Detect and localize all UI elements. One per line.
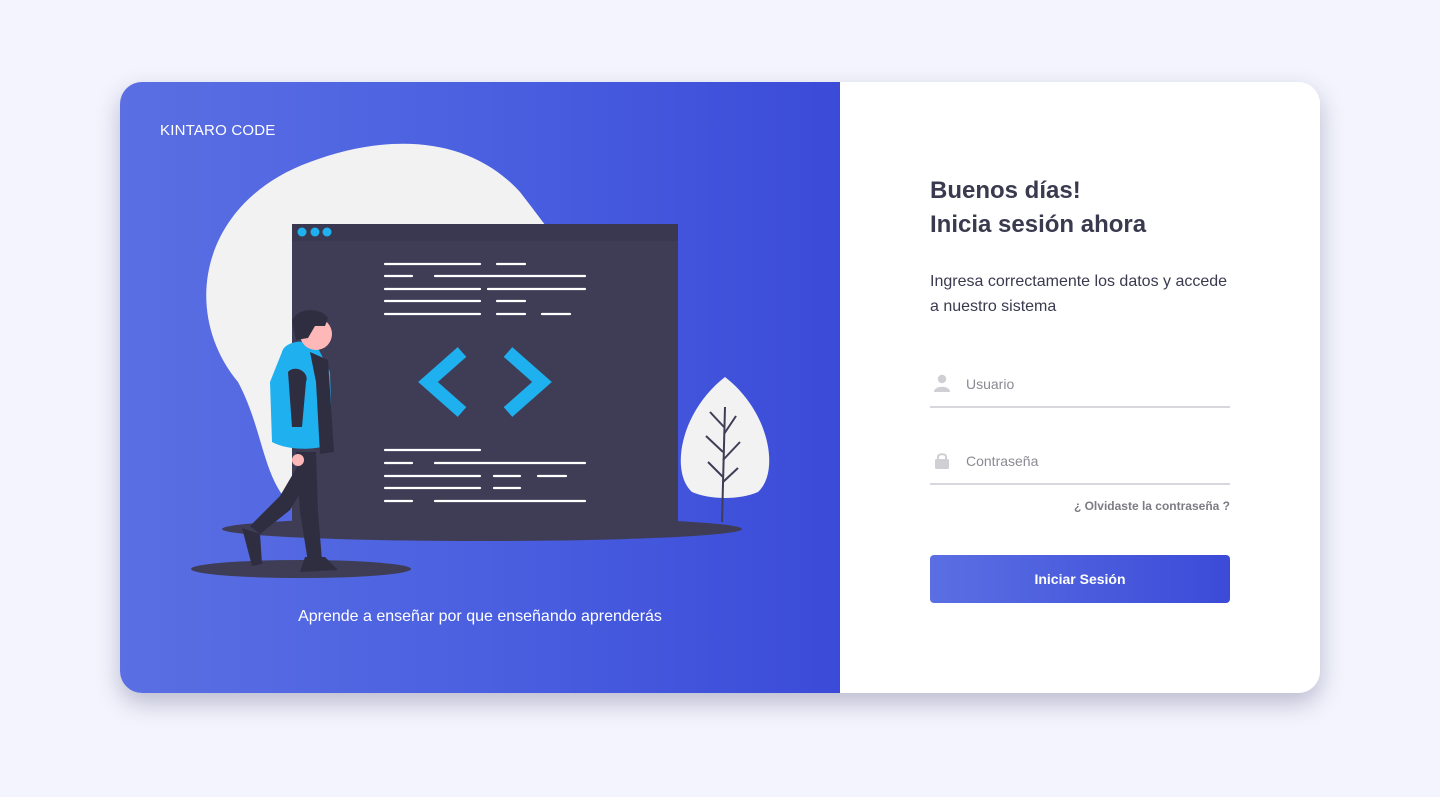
hero-panel: KINTARO CODE Aprende a enseñar por que e… [120,82,840,693]
greeting-call-to-action: Inicia sesión ahora [930,211,1147,238]
greeting-line: Buenos días! [930,177,1081,204]
developer-illustration [191,143,770,578]
user-icon [934,374,950,392]
username-input[interactable] [964,370,1230,398]
lock-icon [935,453,949,469]
login-subtitle: Ingresa correctamente los datos y accede… [930,273,1228,315]
password-input[interactable] [964,447,1230,475]
hero-tagline: Aprende a enseñar por que enseñando apre… [298,608,662,625]
username-field[interactable] [930,362,1230,408]
password-field[interactable] [930,439,1230,485]
login-panel: Buenos días! Inicia sesión ahora Ingresa… [840,82,1320,693]
login-heading: Buenos días! Inicia sesión ahora [930,174,1146,242]
forgot-password-link[interactable]: ¿ Olvidaste la contraseña ? [1074,499,1230,513]
login-button[interactable]: Iniciar Sesión [930,555,1230,603]
login-card: KINTARO CODE Aprende a enseñar por que e… [120,82,1320,693]
